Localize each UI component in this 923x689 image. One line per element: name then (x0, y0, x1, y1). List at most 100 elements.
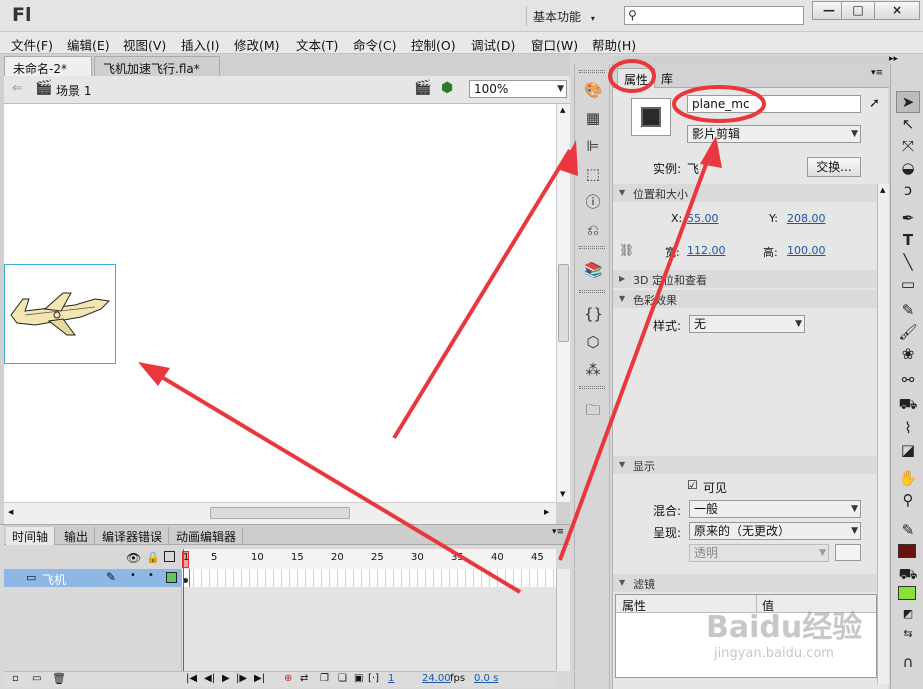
horizontal-scrollbar[interactable]: ◀ ▶ (4, 502, 556, 524)
tab-timeline[interactable]: 时间轴 (6, 527, 56, 545)
scroll-thumb[interactable] (210, 507, 350, 519)
3d-rotation-icon[interactable]: ◒ (898, 158, 918, 178)
brush-tool-icon[interactable]: 🖌 (898, 322, 918, 342)
lock-dot[interactable]: • (148, 570, 154, 581)
history-icon[interactable]: ⎌ (584, 221, 602, 239)
plane-movieclip-instance[interactable] (4, 264, 116, 364)
library-icon[interactable]: 📚 (584, 261, 603, 279)
edit-symbols-icon[interactable]: ⬢ (441, 80, 453, 96)
help-search-input[interactable]: ⚲ (624, 6, 804, 25)
instance-name-input[interactable]: plane_mc (687, 95, 861, 113)
deco-tool-icon[interactable]: ❀ (898, 344, 918, 364)
symbol-type-select[interactable]: 影片剪辑 ▼ (687, 125, 861, 143)
scroll-left-icon[interactable]: ◀ (8, 508, 13, 516)
current-frame[interactable]: 1 (388, 673, 394, 684)
style-select[interactable]: 无 ▼ (689, 315, 805, 333)
next-frame-icon[interactable]: |▶ (236, 673, 247, 684)
workspace-switcher[interactable]: 基本功能 ▾ (526, 6, 608, 26)
eyedropper-icon[interactable]: ⌇ (898, 418, 918, 438)
panel-menu-icon[interactable]: ▾≡ (871, 68, 883, 78)
lasso-icon[interactable]: ↄ (898, 180, 918, 200)
blend-select[interactable]: 一般 ▼ (689, 500, 861, 518)
fps-value[interactable]: 24.00 (422, 673, 451, 684)
first-frame-icon[interactable]: |◀ (186, 673, 197, 684)
scroll-thumb[interactable] (558, 264, 569, 342)
zoom-select[interactable]: 100% ▼ (469, 80, 567, 98)
tab-library[interactable]: 库 (655, 68, 679, 88)
tab-compiler-errors[interactable]: 编译器错误 (96, 527, 170, 545)
frame-ruler[interactable]: 1 5 10 15 20 25 30 35 40 45 (182, 549, 556, 569)
swatches-icon[interactable]: ▦ (584, 109, 602, 127)
menu-window[interactable]: 窗口(W) (531, 35, 578, 54)
section-3d[interactable]: ▶ 3D 定位和查看 (613, 270, 889, 288)
checkbox-checked-icon[interactable]: ☑ (687, 478, 698, 492)
new-layer-icon[interactable]: ▫ (12, 673, 19, 684)
stage-canvas[interactable] (4, 104, 556, 502)
stroke-color-swatch[interactable] (898, 544, 916, 558)
color-palette-icon[interactable]: 🎨 (584, 81, 603, 99)
onion-skin-icon[interactable]: ❐ (320, 673, 329, 684)
prev-frame-icon[interactable]: ◀| (204, 673, 215, 684)
menu-modify[interactable]: 修改(M) (234, 35, 280, 54)
onion-markers-icon[interactable]: [·] (368, 673, 379, 684)
center-frame-icon[interactable]: ⊕ (284, 673, 292, 684)
section-filters[interactable]: ▼ 滤镜 (613, 574, 889, 592)
hand-tool-icon[interactable]: ✋ (898, 468, 918, 488)
section-display[interactable]: ▼ 显示 (613, 456, 889, 474)
info-icon[interactable]: ⓘ (584, 193, 602, 211)
black-white-icon[interactable]: ◩ (898, 604, 918, 624)
scroll-up-icon[interactable]: ▲ (880, 186, 885, 194)
render-select[interactable]: 原来的（无更改） ▼ (689, 522, 861, 540)
trash-icon[interactable]: 🗑 (52, 672, 66, 685)
menu-help[interactable]: 帮助(H) (592, 35, 636, 54)
swap-button[interactable]: 交换... (807, 157, 861, 177)
tab-output[interactable]: 输出 (58, 527, 96, 545)
selection-tool-icon[interactable]: ➤ (898, 92, 918, 112)
zoom-tool-icon[interactable]: ⚲ (898, 490, 918, 510)
expand-panels-icon[interactable]: ▸▸ (889, 54, 898, 64)
timeline-scrollbar[interactable] (556, 569, 570, 671)
rectangle-tool-icon[interactable]: ▭ (898, 274, 918, 294)
bone-tool-icon[interactable]: ⚯ (898, 370, 918, 390)
swap-colors-icon[interactable]: ⇆ (898, 624, 918, 644)
width-value[interactable]: 112.00 (687, 244, 726, 257)
menu-insert[interactable]: 插入(I) (181, 35, 219, 54)
components-icon[interactable]: ⬡ (584, 333, 602, 351)
edit-multiple-icon[interactable]: ▣ (354, 673, 363, 684)
scroll-right-icon[interactable]: ▶ (544, 508, 549, 516)
y-value[interactable]: 208.00 (787, 212, 826, 225)
eye-icon[interactable]: 👁 (126, 551, 141, 565)
edit-scene-icon[interactable]: 🎬 (414, 80, 431, 96)
info-link-icon[interactable]: ➚ (869, 96, 880, 111)
snap-magnet-icon[interactable]: ∩ (898, 652, 918, 672)
tab-motion-editor[interactable]: 动画编辑器 (170, 527, 244, 545)
paint-bucket-icon[interactable]: ⛟ (898, 394, 918, 414)
menu-commands[interactable]: 命令(C) (353, 35, 396, 54)
onion-outline-icon[interactable]: ❏ (338, 673, 347, 684)
layer-name[interactable]: 飞机 (42, 571, 66, 588)
panel-menu-icon[interactable]: ▾≡ (552, 527, 564, 537)
back-arrow-icon[interactable]: ⇐ (12, 81, 23, 96)
fill-color-swatch[interactable] (898, 586, 916, 600)
menu-file[interactable]: 文件(F) (11, 35, 53, 54)
vertical-scrollbar[interactable]: ▲ ▼ (556, 104, 570, 502)
maximize-button[interactable]: □ (841, 1, 875, 20)
section-color-effect[interactable]: ▼ 色彩效果 (613, 290, 889, 308)
pencil-tool-icon[interactable]: ✎ (898, 300, 918, 320)
pen-tool-icon[interactable]: ✒ (898, 208, 918, 228)
menu-edit[interactable]: 编辑(E) (67, 35, 110, 54)
subselection-tool-icon[interactable]: ↖ (898, 114, 918, 134)
new-folder-icon[interactable]: ▭ (32, 673, 41, 684)
tab-plane-fla[interactable]: 飞机加速飞行.fla* × (94, 56, 220, 91)
background-color-swatch[interactable] (835, 544, 861, 561)
transform-icon[interactable]: ⬚ (584, 165, 602, 183)
last-frame-icon[interactable]: ▶| (254, 673, 265, 684)
lock-icon[interactable]: 🔒 (146, 551, 160, 564)
link-chain-icon[interactable]: ⛓ (619, 243, 634, 257)
elapsed-time[interactable]: 0.0 s (474, 673, 498, 684)
tab-properties[interactable]: 属性 (617, 68, 656, 88)
line-tool-icon[interactable]: ╲ (898, 252, 918, 272)
height-value[interactable]: 100.00 (787, 244, 826, 257)
component-inspector-icon[interactable]: ⁂ (584, 361, 602, 379)
frame-cells[interactable] (182, 569, 556, 587)
